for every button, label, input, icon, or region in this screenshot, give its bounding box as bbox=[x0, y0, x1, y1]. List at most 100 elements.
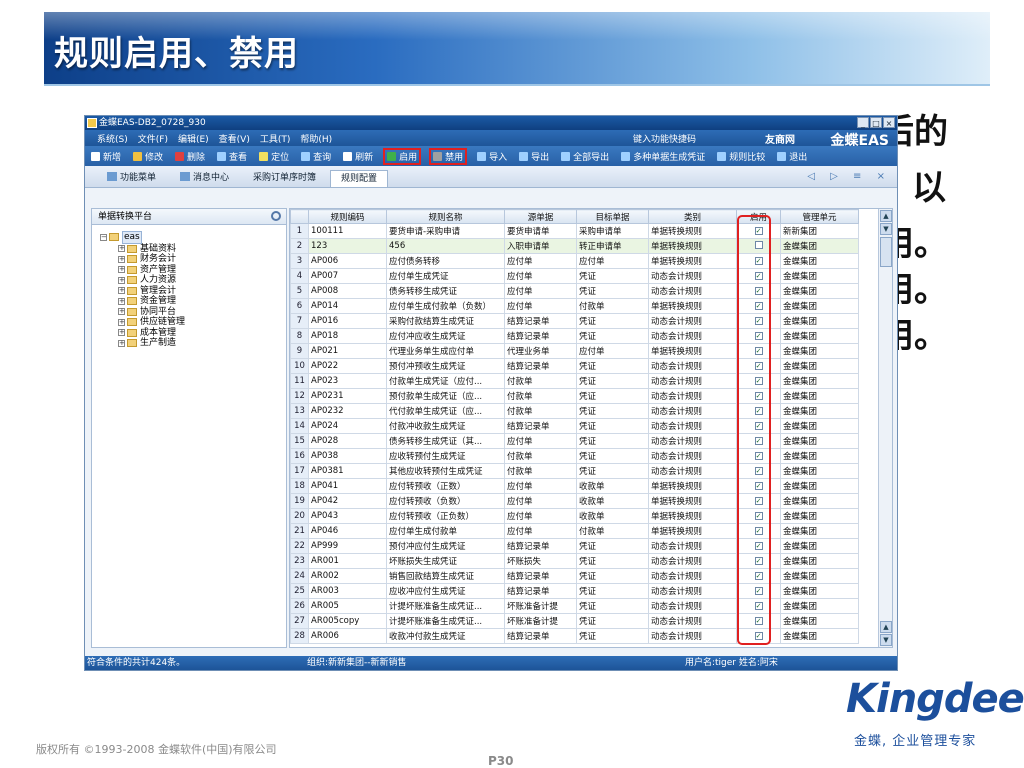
table-row[interactable]: 4 AP007 应付单生成凭证 应付单 凭证 动态会计规则 ✓ 金蝶集团 bbox=[290, 268, 859, 284]
tree-node-8[interactable]: + 成本管理 bbox=[100, 328, 286, 339]
expand-toggle-icon[interactable]: + bbox=[118, 339, 125, 347]
menu-help[interactable]: 帮助(H) bbox=[300, 132, 332, 145]
expand-toggle-icon[interactable]: + bbox=[118, 245, 125, 253]
tab-message-center[interactable]: 消息中心 bbox=[170, 170, 239, 187]
tab-rule-config[interactable]: 规则配置 bbox=[330, 170, 389, 187]
table-cell: AP042 bbox=[308, 493, 387, 509]
expand-toggle-icon[interactable]: + bbox=[118, 255, 125, 263]
menu-system[interactable]: 系统(S) bbox=[97, 132, 128, 145]
tree-body: − eas + 基础资料 + 财务会计 + 资产管理 + 人力资源 + 管理会计 + 资金管理 + 协同平台 +… bbox=[92, 225, 286, 349]
toolbar-button-10[interactable]: 导出 bbox=[517, 149, 551, 164]
toolbar-button-1[interactable]: 修改 bbox=[131, 149, 165, 164]
toolbar-button-5[interactable]: 查询 bbox=[299, 149, 333, 164]
table-row[interactable]: 13 AP0232 代付款单生成凭证（应... 付款单 凭证 动态会计规则 ✓ 金蝶集团 bbox=[290, 403, 859, 419]
column-header[interactable]: 管理单元 bbox=[780, 209, 859, 224]
column-header[interactable]: 规则编码 bbox=[308, 209, 387, 224]
table-row[interactable]: 15 AP028 债务转移生成凭证（其... 应付单 凭证 动态会计规则 ✓ 金蝶集团 bbox=[290, 433, 859, 449]
toolbar-button-7[interactable]: 启用 bbox=[383, 147, 422, 165]
close-icon[interactable]: × bbox=[883, 117, 895, 128]
table-row[interactable]: 27 AR005copy 计提坏账准备生成凭证... 坏账准备计提 凭证 动态会计规则 ✓ 金… bbox=[290, 613, 859, 629]
tree-node-1[interactable]: + 财务会计 bbox=[100, 254, 286, 265]
tab-function-menu[interactable]: 功能菜单 bbox=[97, 170, 166, 187]
table-row[interactable]: 2 123 456 入职申请单 转正申请单 单据转换规则 金蝶集团 bbox=[290, 238, 859, 254]
table-row[interactable]: 9 AP021 代理业务单生成应付单 代理业务单 应付单 单据转换规则 ✓ 金蝶集团 bbox=[290, 343, 859, 359]
toolbar-button-4[interactable]: 定位 bbox=[257, 149, 291, 164]
toolbar-button-14[interactable]: 退出 bbox=[775, 149, 809, 164]
table-row[interactable]: 28 AR006 收款冲付款生成凭证 结算记录单 凭证 动态会计规则 ✓ 金蝶集团 bbox=[290, 628, 859, 644]
table-cell: 金蝶集团 bbox=[780, 238, 859, 254]
table-row[interactable]: 8 AP018 应付冲应收生成凭证 结算记录单 凭证 动态会计规则 ✓ 金蝶集团 bbox=[290, 328, 859, 344]
tree-node-9[interactable]: + 生产制造 bbox=[100, 338, 286, 349]
scroll-down-icon[interactable]: ▲ bbox=[880, 621, 892, 633]
table-row[interactable]: 26 AR005 计提坏账准备生成凭证... 坏账准备计提 凭证 动态会计规则 ✓ 金蝶集团 bbox=[290, 598, 859, 614]
toolbar-button-0[interactable]: 新增 bbox=[89, 149, 123, 164]
row-number: 23 bbox=[290, 553, 309, 569]
table-row[interactable]: 18 AP041 应付转预收（正数） 应付单 收款单 单据转换规则 ✓ 金蝶集团 bbox=[290, 478, 859, 494]
table-row[interactable]: 24 AR002 销售回款结算生成凭证 结算记录单 凭证 动态会计规则 ✓ 金蝶集团 bbox=[290, 568, 859, 584]
tree-node-root[interactable]: − eas bbox=[100, 231, 286, 244]
table-row[interactable]: 14 AP024 付款冲收款生成凭证 结算记录单 凭证 动态会计规则 ✓ 金蝶集团 bbox=[290, 418, 859, 434]
table-row[interactable]: 21 AP046 应付单生成付款单 应付单 付款单 单据转换规则 ✓ 金蝶集团 bbox=[290, 523, 859, 539]
menu-edit[interactable]: 编辑(E) bbox=[178, 132, 209, 145]
table-row[interactable]: 23 AR001 坏账损失生成凭证 坏账损失 凭证 动态会计规则 ✓ 金蝶集团 bbox=[290, 553, 859, 569]
scroll-thumb[interactable] bbox=[880, 237, 892, 267]
scroll-top-icon[interactable]: ▲ bbox=[880, 210, 892, 222]
table-row[interactable]: 3 AP006 应付债务转移 应付单 应付单 单据转换规则 ✓ 金蝶集团 bbox=[290, 253, 859, 269]
expand-toggle-icon[interactable]: + bbox=[118, 297, 125, 305]
quick-search-input[interactable]: 键入功能快捷码 bbox=[633, 132, 696, 145]
tab-nav-icons[interactable]: ◁ ▷ ≡ × bbox=[807, 171, 891, 182]
tree-node-2[interactable]: + 资产管理 bbox=[100, 265, 286, 276]
table-row[interactable]: 22 AP999 预付冲应付生成凭证 结算记录单 凭证 动态会计规则 ✓ 金蝶集团 bbox=[290, 538, 859, 554]
tree-node-6[interactable]: + 协同平台 bbox=[100, 307, 286, 318]
scroll-up-icon[interactable]: ▼ bbox=[880, 223, 892, 235]
table-row[interactable]: 6 AP014 应付单生成付款单（负数） 应付单 付款单 单据转换规则 ✓ 金蝶集团 bbox=[290, 298, 859, 314]
expand-toggle-icon[interactable]: + bbox=[118, 276, 125, 284]
toolbar-button-2[interactable]: 删除 bbox=[173, 149, 207, 164]
menu-file[interactable]: 文件(F) bbox=[138, 132, 168, 145]
page-number: P30 bbox=[488, 754, 514, 768]
toolbar-button-6[interactable]: 刷新 bbox=[341, 149, 375, 164]
expand-toggle-icon[interactable]: + bbox=[118, 308, 125, 316]
table-row[interactable]: 10 AP022 预付冲预收生成凭证 结算记录单 凭证 动态会计规则 ✓ 金蝶集团 bbox=[290, 358, 859, 374]
table-row[interactable]: 11 AP023 付款单生成凭证（应付... 付款单 凭证 动态会计规则 ✓ 金蝶集团 bbox=[290, 373, 859, 389]
toolbar-button-3[interactable]: 查看 bbox=[215, 149, 249, 164]
tree-node-7[interactable]: + 供应链管理 bbox=[100, 317, 286, 328]
tree-node-5[interactable]: + 资金管理 bbox=[100, 296, 286, 307]
toolbar-button-11[interactable]: 全部导出 bbox=[559, 149, 611, 164]
toolbar-button-9[interactable]: 导入 bbox=[475, 149, 509, 164]
table-row[interactable]: 1 100111 要货申请-采购申请 要货申请单 采购申请单 单据转换规则 ✓ 新新集团 bbox=[290, 223, 859, 239]
table-row[interactable]: 16 AP038 应收转预付生成凭证 付款单 凭证 动态会计规则 ✓ 金蝶集团 bbox=[290, 448, 859, 464]
tree-node-0[interactable]: + 基础资料 bbox=[100, 244, 286, 255]
expand-toggle-icon[interactable]: + bbox=[118, 329, 125, 337]
table-row[interactable]: 20 AP043 应付转预收（正负数） 应付单 收款单 单据转换规则 ✓ 金蝶集团 bbox=[290, 508, 859, 524]
search-icon[interactable] bbox=[271, 211, 281, 221]
menu-view[interactable]: 查看(V) bbox=[219, 132, 250, 145]
table-row[interactable]: 17 AP0381 其他应收转预付生成凭证 付款单 凭证 动态会计规则 ✓ 金蝶集团 bbox=[290, 463, 859, 479]
toolbar-button-13[interactable]: 规则比较 bbox=[715, 149, 767, 164]
table-row[interactable]: 5 AP008 债务转移生成凭证 应付单 凭证 动态会计规则 ✓ 金蝶集团 bbox=[290, 283, 859, 299]
tab-purchase-order[interactable]: 采购订单序时簿 bbox=[243, 170, 326, 187]
expand-toggle-icon[interactable]: − bbox=[100, 233, 107, 241]
maximize-icon[interactable]: □ bbox=[870, 117, 882, 128]
rule-table: 规则编码 规则名称 源单据 目标单据 类别 启用 管理单元 1 100111 要货申请-采购申请要… bbox=[290, 209, 859, 644]
table-cell: 债务转移生成凭证（其... bbox=[386, 433, 505, 449]
table-row[interactable]: 7 AP016 采购付款结算生成凭证 结算记录单 凭证 动态会计规则 ✓ 金蝶集团 bbox=[290, 313, 859, 329]
column-header[interactable]: 类别 bbox=[648, 209, 737, 224]
column-header[interactable]: 规则名称 bbox=[386, 209, 505, 224]
toolbar-button-12[interactable]: 多种单据生成凭证 bbox=[619, 149, 707, 164]
table-row[interactable]: 25 AR003 应收冲应付生成凭证 结算记录单 凭证 动态会计规则 ✓ 金蝶集团 bbox=[290, 583, 859, 599]
expand-toggle-icon[interactable]: + bbox=[118, 287, 125, 295]
column-header[interactable]: 源单据 bbox=[504, 209, 577, 224]
expand-toggle-icon[interactable]: + bbox=[118, 318, 125, 326]
vertical-scrollbar[interactable]: ▲ ▼ ▲ ▼ bbox=[878, 209, 892, 647]
table-row[interactable]: 12 AP0231 预付款单生成凭证（应... 付款单 凭证 动态会计规则 ✓ 金蝶集团 bbox=[290, 388, 859, 404]
scroll-bottom-icon[interactable]: ▼ bbox=[880, 634, 892, 646]
menu-tools[interactable]: 工具(T) bbox=[260, 132, 291, 145]
tree-node-4[interactable]: + 管理会计 bbox=[100, 286, 286, 297]
toolbar-button-8[interactable]: 禁用 bbox=[429, 147, 468, 165]
expand-toggle-icon[interactable]: + bbox=[118, 266, 125, 274]
minimize-icon[interactable]: _ bbox=[857, 117, 869, 128]
table-row[interactable]: 19 AP042 应付转预收（负数） 应付单 收款单 单据转换规则 ✓ 金蝶集团 bbox=[290, 493, 859, 509]
tree-node-3[interactable]: + 人力资源 bbox=[100, 275, 286, 286]
column-header[interactable]: 目标单据 bbox=[576, 209, 649, 224]
